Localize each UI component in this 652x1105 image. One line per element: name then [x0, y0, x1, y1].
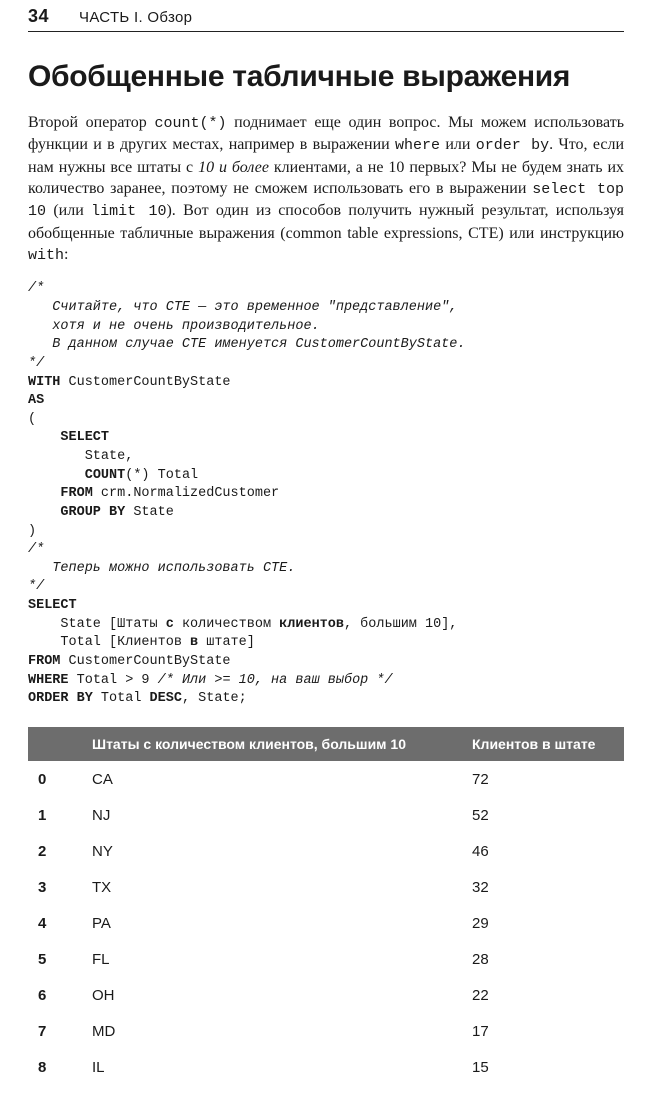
row-count: 72 — [462, 761, 624, 797]
code-block: /* Считайте, что CTE — это временное "пр… — [28, 280, 624, 708]
table-header-row: Штаты с количеством клиентов, большим 10… — [28, 727, 624, 762]
code-keyword: SELECT — [28, 598, 77, 613]
code-inline: where — [395, 137, 440, 154]
code-text: ) — [28, 524, 36, 539]
table-row: 1 NJ 52 — [28, 797, 624, 833]
code-inline: limit 10 — [91, 203, 166, 220]
row-state: TX — [82, 869, 462, 905]
table-header-index — [28, 727, 82, 762]
code-text: , State; — [182, 691, 247, 706]
code-inline: with — [28, 247, 64, 264]
row-count: 17 — [462, 1013, 624, 1049]
table-row: 6 OH 22 — [28, 977, 624, 1013]
row-state: CA — [82, 761, 462, 797]
row-state: MD — [82, 1013, 462, 1049]
row-state: FL — [82, 941, 462, 977]
code-keyword: COUNT — [85, 468, 126, 483]
code-keyword: FROM — [28, 486, 93, 501]
code-inline: count(*) — [154, 115, 226, 132]
code-keyword: FROM — [28, 654, 60, 669]
code-text — [28, 468, 85, 483]
section-name: ЧАСТЬ I. Обзор — [79, 9, 192, 26]
code-keyword: GROUP BY — [28, 505, 125, 520]
table-body: 0 CA 72 1 NJ 52 2 NY 46 3 TX 32 4 PA — [28, 761, 624, 1085]
code-text: Total — [93, 691, 150, 706]
row-state: OH — [82, 977, 462, 1013]
code-comment: хотя и не очень производительное. — [28, 319, 320, 334]
code-text: ( — [28, 412, 36, 427]
result-table: Штаты с количеством клиентов, большим 10… — [28, 727, 624, 1085]
text: : — [64, 246, 68, 263]
row-state: PA — [82, 905, 462, 941]
code-text: CustomerCountByState — [60, 375, 230, 390]
page-title: Обобщенные табличные выражения — [28, 60, 624, 94]
code-comment: /* — [28, 281, 44, 296]
code-text: State — [125, 505, 174, 520]
code-text: State, — [28, 449, 133, 464]
code-keyword: SELECT — [28, 430, 109, 445]
code-keyword: DESC — [150, 691, 182, 706]
table-header-count: Клиентов в штате — [462, 727, 624, 762]
row-state: NY — [82, 833, 462, 869]
row-index: 3 — [28, 869, 82, 905]
code-bold: в — [190, 635, 198, 650]
code-text: , большим 10], — [344, 617, 457, 632]
code-text: Total [Клиентов — [28, 635, 190, 650]
row-index: 0 — [28, 761, 82, 797]
table-row: 8 IL 15 — [28, 1049, 624, 1085]
code-keyword: AS — [28, 393, 44, 408]
code-comment: Считайте, что CTE — это временное "предс… — [28, 300, 457, 315]
row-count: 22 — [462, 977, 624, 1013]
row-index: 8 — [28, 1049, 82, 1085]
row-index: 7 — [28, 1013, 82, 1049]
text: (или — [46, 202, 91, 219]
row-count: 32 — [462, 869, 624, 905]
text: или — [440, 136, 476, 153]
code-comment: В данном случае CTE именуется CustomerCo… — [28, 337, 465, 352]
code-inline: order by — [476, 137, 549, 154]
row-state: IL — [82, 1049, 462, 1085]
page: 34 ЧАСТЬ I. Обзор Обобщенные табличные в… — [0, 0, 652, 1105]
running-head: 34 ЧАСТЬ I. Обзор — [28, 6, 624, 32]
intro-paragraph: Второй оператор count(*) поднимает еще о… — [28, 112, 624, 266]
page-number: 34 — [28, 6, 49, 27]
text-italic: 10 и более — [198, 159, 269, 176]
code-text: Total > 9 — [69, 673, 158, 688]
row-index: 1 — [28, 797, 82, 833]
code-bold: с — [166, 617, 174, 632]
code-text: crm.NormalizedCustomer — [93, 486, 279, 501]
code-text: (*) Total — [125, 468, 198, 483]
code-comment: Теперь можно использовать CTE. — [28, 561, 295, 576]
text: Второй оператор — [28, 114, 154, 131]
code-text: State [Штаты — [28, 617, 166, 632]
row-index: 5 — [28, 941, 82, 977]
row-count: 28 — [462, 941, 624, 977]
table-row: 0 CA 72 — [28, 761, 624, 797]
code-text: CustomerCountByState — [60, 654, 230, 669]
row-state: NJ — [82, 797, 462, 833]
table-row: 3 TX 32 — [28, 869, 624, 905]
code-comment: /* — [28, 542, 44, 557]
table-row: 2 NY 46 — [28, 833, 624, 869]
code-keyword: ORDER BY — [28, 691, 93, 706]
code-comment: */ — [28, 579, 44, 594]
code-keyword: WITH — [28, 375, 60, 390]
code-text: количеством — [174, 617, 279, 632]
row-count: 29 — [462, 905, 624, 941]
code-comment: /* Или >= 10, на ваш выбор */ — [158, 673, 393, 688]
code-comment: */ — [28, 356, 44, 371]
table-row: 5 FL 28 — [28, 941, 624, 977]
row-index: 6 — [28, 977, 82, 1013]
row-count: 52 — [462, 797, 624, 833]
code-keyword: WHERE — [28, 673, 69, 688]
row-index: 4 — [28, 905, 82, 941]
code-bold: клиентов — [279, 617, 344, 632]
row-count: 46 — [462, 833, 624, 869]
table-row: 7 MD 17 — [28, 1013, 624, 1049]
table-row: 4 PA 29 — [28, 905, 624, 941]
table-header-states: Штаты с количеством клиентов, большим 10 — [82, 727, 462, 762]
code-text: штате] — [198, 635, 255, 650]
row-index: 2 — [28, 833, 82, 869]
row-count: 15 — [462, 1049, 624, 1085]
